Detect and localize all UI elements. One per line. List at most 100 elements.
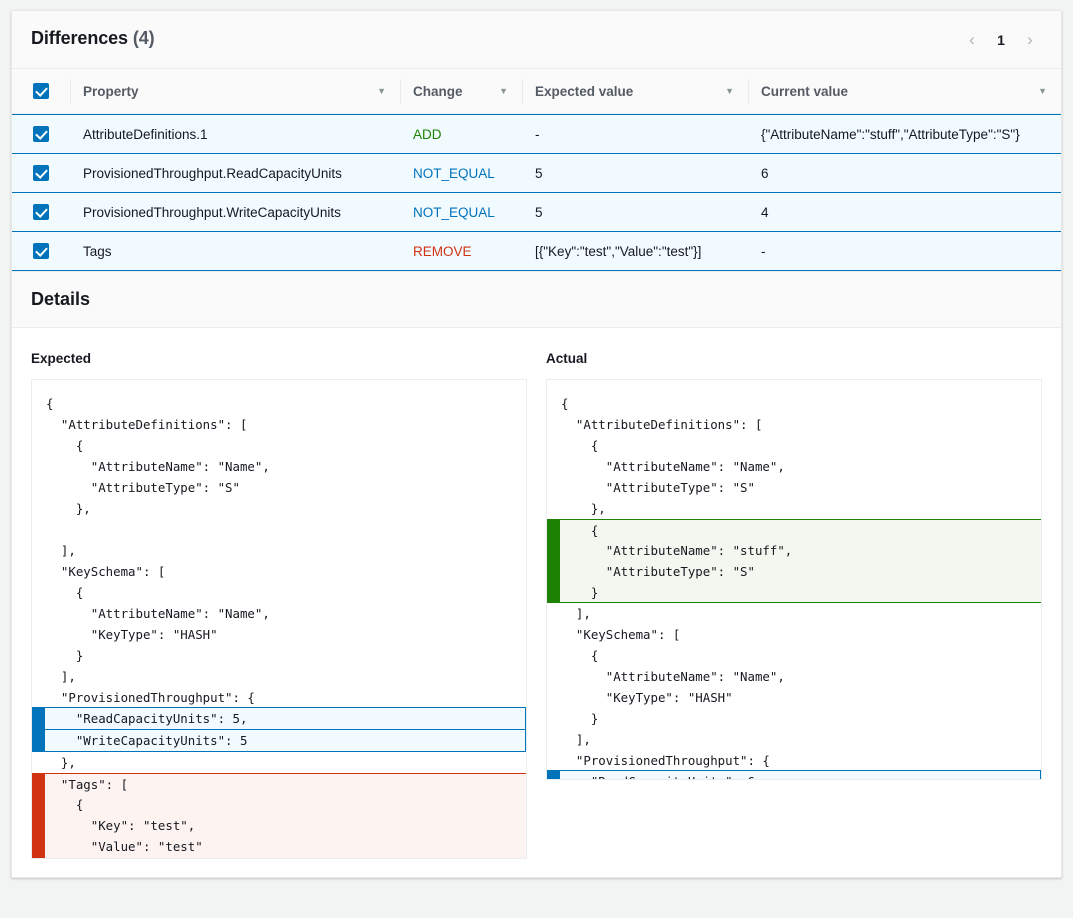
code-line: "AttributeType": "S" (547, 477, 1041, 498)
code-line: { (32, 435, 526, 456)
row-checkbox[interactable] (33, 165, 49, 181)
page-root: Differences (4) ‹ 1 › Property ▼ Change (0, 0, 1073, 918)
select-all-checkbox[interactable] (33, 83, 49, 99)
actual-pane-label: Actual (546, 351, 1042, 366)
row-select-cell (12, 231, 70, 271)
code-line: "KeyType": "HASH" (547, 687, 1041, 708)
cell-current: {"AttributeName":"stuff","AttributeType"… (748, 114, 1061, 154)
cell-change: ADD (400, 114, 522, 154)
code-line: "AttributeName": "Name", (547, 456, 1041, 477)
differences-card: Differences (4) ‹ 1 › Property ▼ Change (11, 10, 1062, 878)
code-line: ], (547, 603, 1041, 624)
cell-expected: 5 (522, 192, 748, 232)
cell-change: REMOVE (400, 231, 522, 271)
code-line: { (547, 393, 1041, 414)
column-divider (70, 79, 71, 104)
code-line: { (32, 393, 526, 414)
code-line: "AttributeName": "Name", (32, 456, 526, 477)
column-divider (748, 79, 749, 104)
code-line: } (32, 857, 527, 859)
column-divider (522, 79, 523, 104)
cell-change: NOT_EQUAL (400, 192, 522, 232)
select-all-header-cell (12, 69, 70, 114)
table-row[interactable]: ProvisionedThroughput.WriteCapacityUnits… (12, 192, 1061, 232)
chevron-right-icon[interactable]: › (1015, 25, 1045, 55)
code-line: "Tags": [ (32, 773, 527, 794)
code-line: "AttributeType": "S" (32, 477, 526, 498)
code-line: }, (32, 498, 526, 519)
details-header: Details (12, 271, 1061, 328)
sort-triangle-icon[interactable]: ▼ (377, 87, 386, 96)
column-header-current-value-label: Current value (761, 84, 848, 99)
code-line: "AttributeName": "Name", (547, 666, 1041, 687)
code-line: "ReadCapacityUnits": 6, (547, 770, 1041, 780)
actual-code-block: { "AttributeDefinitions": [ { "Attribute… (546, 379, 1042, 780)
cell-change: NOT_EQUAL (400, 153, 522, 193)
row-checkbox[interactable] (33, 204, 49, 220)
chevron-left-icon[interactable]: ‹ (957, 25, 987, 55)
code-line: }, (547, 498, 1041, 519)
code-line: "Key": "test", (32, 815, 527, 836)
column-divider (400, 79, 401, 104)
column-header-change[interactable]: Change ▼ (400, 69, 522, 114)
code-line: { (547, 435, 1041, 456)
expected-code-block: { "AttributeDefinitions": [ { "Attribute… (31, 379, 527, 859)
code-line: ], (32, 666, 526, 687)
card-header: Differences (4) ‹ 1 › (12, 11, 1061, 69)
pagination-page-1[interactable]: 1 (989, 25, 1013, 55)
code-line: "KeyType": "HASH" (32, 624, 526, 645)
row-select-cell (12, 153, 70, 193)
row-checkbox[interactable] (33, 243, 49, 259)
code-line: { (547, 645, 1041, 666)
cell-expected: 5 (522, 153, 748, 193)
details-panes: Expected { "AttributeDefinitions": [ { "… (12, 328, 1061, 859)
sort-triangle-icon[interactable]: ▼ (499, 87, 508, 96)
column-header-current-value[interactable]: Current value ▼ (748, 69, 1061, 114)
code-line: { (32, 582, 526, 603)
table-row[interactable]: ProvisionedThroughput.ReadCapacityUnitsN… (12, 153, 1061, 193)
code-line: { (547, 519, 1042, 540)
code-line: "AttributeName": "stuff", (547, 540, 1042, 561)
code-line: ], (32, 540, 526, 561)
code-line: { (32, 794, 527, 815)
actual-pane: Actual { "AttributeDefinitions": [ { "At… (546, 351, 1042, 859)
cell-current: 6 (748, 153, 1061, 193)
code-line (32, 519, 526, 540)
cell-property: ProvisionedThroughput.ReadCapacityUnits (70, 153, 400, 193)
table-row[interactable]: TagsREMOVE[{"Key":"test","Value":"test"}… (12, 231, 1061, 271)
code-line: "ProvisionedThroughput": { (547, 750, 1041, 771)
code-line: }, (32, 752, 526, 773)
page-title: Differences (4) (31, 28, 155, 49)
sort-triangle-icon[interactable]: ▼ (1038, 87, 1047, 96)
code-line: ], (547, 729, 1041, 750)
code-line: "AttributeDefinitions": [ (547, 414, 1041, 435)
row-checkbox[interactable] (33, 126, 49, 142)
column-header-expected-value[interactable]: Expected value ▼ (522, 69, 748, 114)
pagination: ‹ 1 › (957, 25, 1045, 55)
code-line: "KeySchema": [ (547, 624, 1041, 645)
code-line: "AttributeDefinitions": [ (32, 414, 526, 435)
code-line: } (32, 645, 526, 666)
cell-current: 4 (748, 192, 1061, 232)
code-line: } (547, 582, 1042, 603)
cell-expected: [{"Key":"test","Value":"test"}] (522, 231, 748, 271)
differences-count: (4) (133, 28, 155, 48)
table-header-row: Property ▼ Change ▼ Expected value ▼ Cur… (12, 69, 1061, 114)
sort-triangle-icon[interactable]: ▼ (725, 87, 734, 96)
table-body: AttributeDefinitions.1ADD-{"AttributeNam… (12, 114, 1061, 271)
details-title: Details (31, 289, 90, 310)
row-select-cell (12, 114, 70, 154)
expected-pane-label: Expected (31, 351, 527, 366)
table-row[interactable]: AttributeDefinitions.1ADD-{"AttributeNam… (12, 114, 1061, 154)
column-header-expected-value-label: Expected value (535, 84, 633, 99)
code-line: "AttributeType": "S" (547, 561, 1042, 582)
column-header-property[interactable]: Property ▼ (70, 69, 400, 114)
column-header-property-label: Property (83, 84, 139, 99)
code-line: } (547, 708, 1041, 729)
code-line: "KeySchema": [ (32, 561, 526, 582)
code-line: "WriteCapacityUnits": 5 (32, 729, 526, 752)
column-header-change-label: Change (413, 84, 463, 99)
cell-property: AttributeDefinitions.1 (70, 114, 400, 154)
cell-expected: - (522, 114, 748, 154)
code-line: "Value": "test" (32, 836, 527, 857)
